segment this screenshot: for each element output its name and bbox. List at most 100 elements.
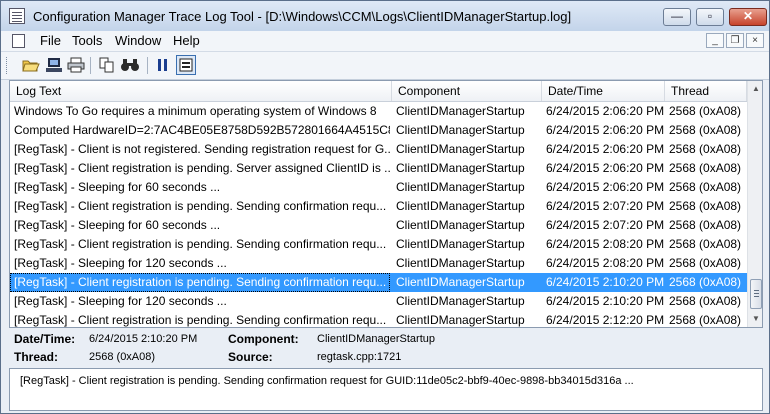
copy-icon[interactable] bbox=[97, 55, 117, 75]
find-icon[interactable] bbox=[120, 55, 140, 75]
date-time-cell: 6/24/2015 2:10:20 PM bbox=[546, 294, 664, 308]
log-text-cell: [RegTask] - Client registration is pendi… bbox=[14, 199, 387, 213]
thread-value: 2568 (0xA08) bbox=[89, 351, 156, 363]
column-header-date-time[interactable]: Date/Time bbox=[542, 81, 665, 101]
log-text-cell: [RegTask] - Sleeping for 60 seconds ... bbox=[14, 180, 221, 194]
datetime-value: 6/24/2015 2:10:20 PM bbox=[89, 333, 198, 345]
minimize-button[interactable]: — bbox=[663, 8, 691, 26]
thread-cell: 2568 (0xA08) bbox=[669, 218, 742, 232]
component-value: ClientIDManagerStartup bbox=[317, 333, 436, 345]
toolbar-separator bbox=[90, 57, 91, 74]
vertical-scrollbar[interactable]: ▲ ▼ bbox=[747, 81, 762, 327]
component-cell: ClientIDManagerStartup bbox=[396, 123, 525, 137]
print-preview-icon[interactable] bbox=[44, 55, 64, 75]
toolbar bbox=[1, 52, 769, 80]
thread-cell: 2568 (0xA08) bbox=[669, 313, 742, 327]
menu-tools[interactable]: Tools bbox=[72, 33, 102, 48]
table-row[interactable]: Computed HardwareID=2:7AC4BE05E8758D592B… bbox=[10, 121, 747, 140]
log-text-cell: [RegTask] - Sleeping for 120 seconds ... bbox=[14, 256, 227, 270]
document-close-button[interactable]: × bbox=[746, 33, 764, 48]
thread-cell: 2568 (0xA08) bbox=[669, 142, 742, 156]
thread-cell: 2568 (0xA08) bbox=[669, 161, 742, 175]
close-button[interactable]: ✕ bbox=[729, 8, 767, 26]
date-time-cell: 6/24/2015 2:08:20 PM bbox=[546, 256, 664, 270]
toolbar-grip[interactable] bbox=[6, 57, 10, 74]
date-time-cell: 6/24/2015 2:06:20 PM bbox=[546, 161, 664, 175]
document-icon[interactable] bbox=[12, 34, 25, 48]
list-header: Log Text Component Date/Time Thread bbox=[10, 81, 747, 102]
list-rows: Windows To Go requires a minimum operati… bbox=[10, 102, 747, 327]
log-text-cell: [RegTask] - Client registration is pendi… bbox=[14, 313, 387, 327]
component-cell: ClientIDManagerStartup bbox=[396, 199, 525, 213]
component-cell: ClientIDManagerStartup bbox=[396, 104, 525, 118]
table-row[interactable]: [RegTask] - Sleeping for 60 seconds ... C… bbox=[10, 178, 747, 197]
document-restore-button[interactable]: ❐ bbox=[726, 33, 744, 48]
component-cell: ClientIDManagerStartup bbox=[396, 218, 525, 232]
thread-cell: 2568 (0xA08) bbox=[669, 199, 742, 213]
message-pane[interactable]: [RegTask] - Client registration is pendi… bbox=[9, 368, 763, 411]
component-cell: ClientIDManagerStartup bbox=[396, 180, 525, 194]
component-label: Component: bbox=[228, 332, 299, 346]
thread-cell: 2568 (0xA08) bbox=[669, 104, 742, 118]
date-time-cell: 6/24/2015 2:06:20 PM bbox=[546, 142, 664, 156]
date-time-cell: 6/24/2015 2:07:20 PM bbox=[546, 199, 664, 213]
table-row[interactable]: [RegTask] - Client registration is pendi… bbox=[10, 311, 747, 327]
column-header-component[interactable]: Component bbox=[392, 81, 542, 101]
date-time-cell: 6/24/2015 2:12:20 PM bbox=[546, 313, 664, 327]
menu-file[interactable]: File bbox=[40, 33, 61, 48]
app-window: Configuration Manager Trace Log Tool - [… bbox=[0, 0, 770, 414]
component-cell: ClientIDManagerStartup bbox=[396, 161, 525, 175]
log-text-cell: [RegTask] - Client registration is pendi… bbox=[14, 161, 390, 175]
scroll-down-arrow-icon[interactable]: ▼ bbox=[748, 311, 762, 327]
log-text-cell: Computed HardwareID=2:7AC4BE05E8758D592B… bbox=[14, 123, 390, 137]
table-row[interactable]: [RegTask] - Sleeping for 120 seconds ...… bbox=[10, 254, 747, 273]
message-text: [RegTask] - Client registration is pendi… bbox=[20, 375, 634, 387]
table-row[interactable]: [RegTask] - Client registration is pendi… bbox=[10, 235, 747, 254]
date-time-cell: 6/24/2015 2:07:20 PM bbox=[546, 218, 664, 232]
thread-cell: 2568 (0xA08) bbox=[669, 294, 742, 308]
thread-label: Thread: bbox=[14, 350, 59, 364]
table-row[interactable]: [RegTask] - Sleeping for 60 seconds ... C… bbox=[10, 216, 747, 235]
log-text-cell: Windows To Go requires a minimum operati… bbox=[14, 104, 377, 118]
component-cell: ClientIDManagerStartup bbox=[396, 256, 525, 270]
log-text-cell: [RegTask] - Client is not registered. Se… bbox=[14, 142, 390, 156]
table-row[interactable]: [RegTask] - Client registration is pendi… bbox=[10, 159, 747, 178]
scroll-up-arrow-icon[interactable]: ▲ bbox=[748, 81, 762, 97]
app-log-icon[interactable] bbox=[9, 8, 25, 24]
thread-cell: 2568 (0xA08) bbox=[669, 237, 742, 251]
maximize-button[interactable]: ▫ bbox=[696, 8, 724, 26]
date-time-cell: 6/24/2015 2:08:20 PM bbox=[546, 237, 664, 251]
menu-window[interactable]: Window bbox=[115, 33, 161, 48]
date-time-cell: 6/24/2015 2:10:20 PM bbox=[546, 275, 664, 289]
thread-cell: 2568 (0xA08) bbox=[669, 256, 742, 270]
scrollbar-thumb[interactable] bbox=[750, 279, 762, 309]
component-cell: ClientIDManagerStartup bbox=[396, 237, 525, 251]
toolbar-separator bbox=[147, 57, 148, 74]
window-title: Configuration Manager Trace Log Tool - [… bbox=[33, 9, 572, 24]
table-row[interactable]: Windows To Go requires a minimum operati… bbox=[10, 102, 747, 121]
column-header-log-text[interactable]: Log Text bbox=[10, 81, 392, 101]
title-bar[interactable]: Configuration Manager Trace Log Tool - [… bbox=[1, 1, 769, 32]
open-icon[interactable] bbox=[21, 55, 41, 75]
pause-icon[interactable] bbox=[153, 55, 173, 75]
thread-cell: 2568 (0xA08) bbox=[669, 123, 742, 137]
source-label: Source: bbox=[228, 350, 273, 364]
menu-help[interactable]: Help bbox=[173, 33, 200, 48]
date-time-cell: 6/24/2015 2:06:20 PM bbox=[546, 104, 664, 118]
date-time-cell: 6/24/2015 2:06:20 PM bbox=[546, 123, 664, 137]
log-text-cell: [RegTask] - Sleeping for 120 seconds ... bbox=[14, 294, 227, 308]
table-row[interactable]: [RegTask] - Client registration is pendi… bbox=[10, 197, 747, 216]
log-text-cell: [RegTask] - Sleeping for 60 seconds ... bbox=[14, 218, 221, 232]
table-row[interactable]: [RegTask] - Sleeping for 120 seconds ...… bbox=[10, 292, 747, 311]
document-minimize-button[interactable]: _ bbox=[706, 33, 724, 48]
datetime-label: Date/Time: bbox=[14, 332, 76, 346]
thread-cell: 2568 (0xA08) bbox=[669, 275, 742, 289]
thread-cell: 2568 (0xA08) bbox=[669, 180, 742, 194]
log-list[interactable]: Log Text Component Date/Time Thread Wind… bbox=[9, 80, 763, 328]
log-text-cell: [RegTask] - Client registration is pendi… bbox=[14, 237, 387, 251]
print-icon[interactable] bbox=[66, 55, 86, 75]
table-row[interactable]: [RegTask] - Client registration is pendi… bbox=[10, 273, 747, 292]
column-header-thread[interactable]: Thread bbox=[665, 81, 747, 101]
table-row[interactable]: [RegTask] - Client is not registered. Se… bbox=[10, 140, 747, 159]
highlight-icon[interactable] bbox=[176, 55, 196, 75]
